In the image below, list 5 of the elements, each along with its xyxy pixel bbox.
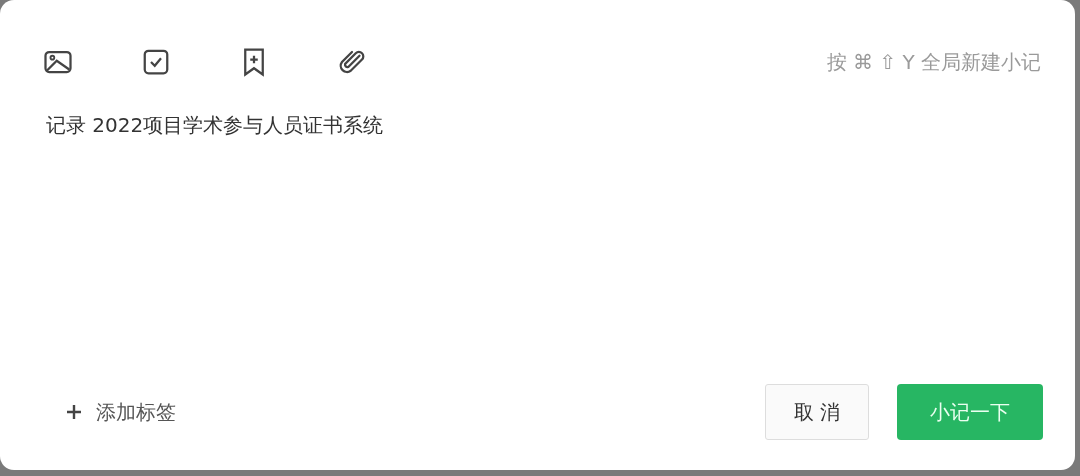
- shortcut-hint: 按 ⌘ ⇧ Y 全局新建小记: [826, 48, 1041, 76]
- note-field[interactable]: 记录 2022项目学术参与人员证书系统: [46, 112, 1043, 384]
- cancel-button[interactable]: 取 消: [765, 384, 869, 440]
- plus-icon: [66, 404, 82, 420]
- add-tag-button[interactable]: 添加标签: [46, 398, 176, 426]
